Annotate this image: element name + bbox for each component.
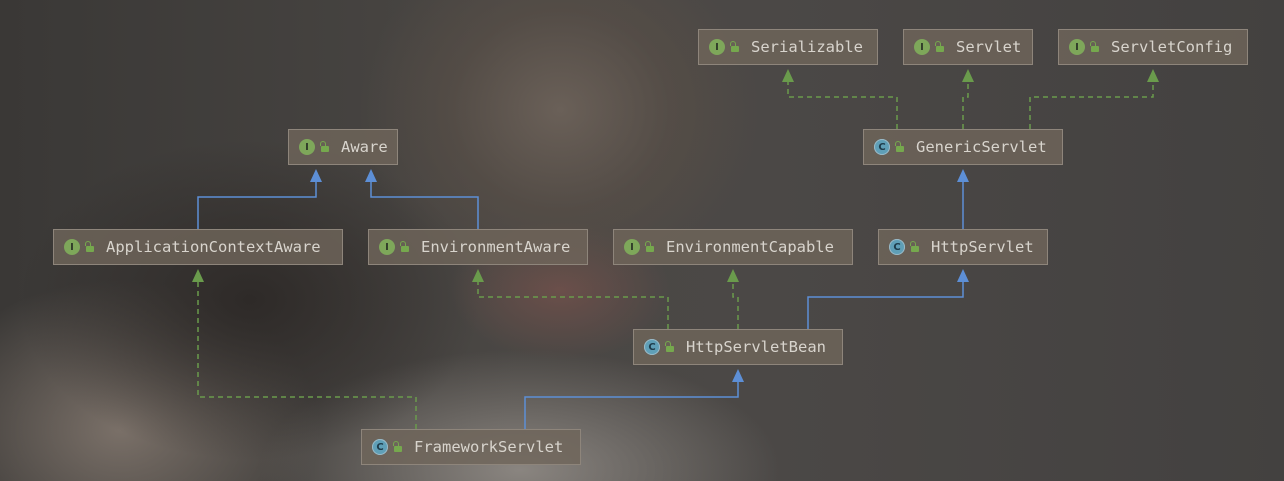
public-access-icon [665, 340, 674, 352]
node-environmentcapable[interactable]: I EnvironmentCapable [613, 229, 853, 265]
node-label: Aware [341, 138, 388, 156]
node-label: HttpServlet [931, 238, 1034, 256]
node-label: ApplicationContextAware [106, 238, 321, 256]
node-label: EnvironmentCapable [666, 238, 834, 256]
arrowhead [732, 369, 744, 382]
edge-environmentaware-to-aware [365, 169, 479, 229]
edge-genericservlet-to-serializable [782, 69, 898, 129]
interface-icon: I [64, 239, 80, 255]
node-genericservlet[interactable]: C GenericServlet [863, 129, 1063, 165]
class-icon: C [874, 139, 890, 155]
interface-icon: I [1069, 39, 1085, 55]
public-access-icon [1090, 40, 1099, 52]
arrowhead [365, 169, 377, 182]
arrowhead [727, 269, 739, 282]
edge-frameworkservlet-to-httpservletbean [524, 369, 744, 429]
edge-httpservletbean-to-httpservlet [807, 269, 969, 329]
edge-httpservletbean-to-environmentcapable [727, 269, 739, 329]
arrowhead [782, 69, 794, 82]
public-access-icon [895, 140, 904, 152]
interface-icon: I [624, 239, 640, 255]
public-access-icon [393, 440, 402, 452]
arrowhead [957, 169, 969, 182]
interface-icon: I [709, 39, 725, 55]
node-applicationcontextaware[interactable]: I ApplicationContextAware [53, 229, 343, 265]
interface-icon: I [379, 239, 395, 255]
node-label: ServletConfig [1111, 38, 1233, 56]
arrowhead [310, 169, 322, 182]
class-icon: C [644, 339, 660, 355]
interface-icon: I [299, 139, 315, 155]
edge-httpservletbean-to-environmentaware [472, 269, 669, 329]
node-label: GenericServlet [916, 138, 1047, 156]
arrowhead [1147, 69, 1159, 82]
public-access-icon [320, 140, 329, 152]
node-label: FrameworkServlet [414, 438, 564, 456]
edge-httpservlet-to-genericservlet [957, 169, 969, 229]
arrowhead [472, 269, 484, 282]
node-label: EnvironmentAware [421, 238, 571, 256]
public-access-icon [730, 40, 739, 52]
arrowhead [962, 69, 974, 82]
diagram-canvas: I Serializable I Servlet I ServletConfig I Awar… [0, 0, 1284, 481]
class-icon: C [372, 439, 388, 455]
edge-genericservlet-to-servletconfig [1029, 69, 1159, 129]
node-serializable[interactable]: I Serializable [698, 29, 878, 65]
interface-icon: I [914, 39, 930, 55]
arrowhead [957, 269, 969, 282]
public-access-icon [400, 240, 409, 252]
edge-frameworkservlet-to-applicationcontextaware [192, 269, 417, 429]
public-access-icon [85, 240, 94, 252]
node-label: HttpServletBean [686, 338, 826, 356]
node-httpservlet[interactable]: C HttpServlet [878, 229, 1048, 265]
edge-genericservlet-to-servlet [962, 69, 974, 129]
node-servletconfig[interactable]: I ServletConfig [1058, 29, 1248, 65]
arrowhead [192, 269, 204, 282]
public-access-icon [910, 240, 919, 252]
node-aware[interactable]: I Aware [288, 129, 398, 165]
public-access-icon [935, 40, 944, 52]
node-label: Servlet [956, 38, 1022, 56]
edge-applicationcontextaware-to-aware [197, 169, 322, 229]
class-icon: C [889, 239, 905, 255]
node-label: Serializable [751, 38, 863, 56]
node-servlet[interactable]: I Servlet [903, 29, 1033, 65]
node-httpservletbean[interactable]: C HttpServletBean [633, 329, 843, 365]
node-frameworkservlet[interactable]: C FrameworkServlet [361, 429, 581, 465]
node-environmentaware[interactable]: I EnvironmentAware [368, 229, 588, 265]
public-access-icon [645, 240, 654, 252]
